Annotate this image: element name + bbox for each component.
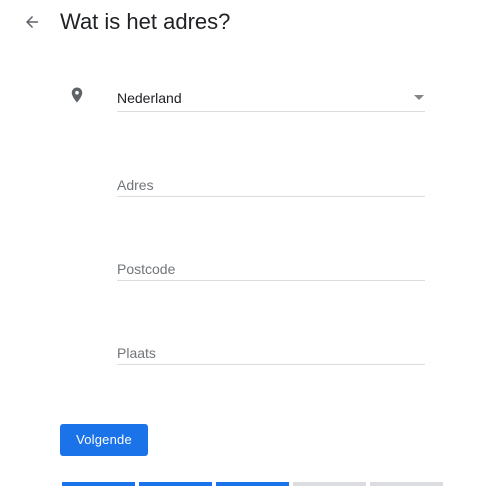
city-input[interactable]: Plaats: [117, 334, 425, 365]
page-title: Wat is het adres?: [60, 9, 231, 34]
postcode-placeholder: Postcode: [117, 261, 176, 277]
location-pin-icon: [71, 87, 83, 103]
progress-step-completed: [216, 482, 289, 486]
address-placeholder: Adres: [117, 177, 154, 193]
arrow-left-icon: [26, 16, 38, 28]
progress-step-completed: [139, 482, 212, 486]
progress-step-pending: [370, 482, 443, 486]
postcode-input[interactable]: Postcode: [117, 250, 425, 281]
next-button[interactable]: Volgende: [60, 424, 148, 456]
triangle-down-icon: [414, 95, 424, 100]
progress-step-completed: [62, 482, 135, 486]
progress-step-pending: [293, 482, 366, 486]
address-input[interactable]: Adres: [117, 166, 425, 197]
country-select[interactable]: Nederland: [117, 80, 425, 112]
back-button[interactable]: [20, 10, 44, 34]
city-placeholder: Plaats: [117, 345, 156, 361]
country-select-value: Nederland: [117, 90, 182, 106]
